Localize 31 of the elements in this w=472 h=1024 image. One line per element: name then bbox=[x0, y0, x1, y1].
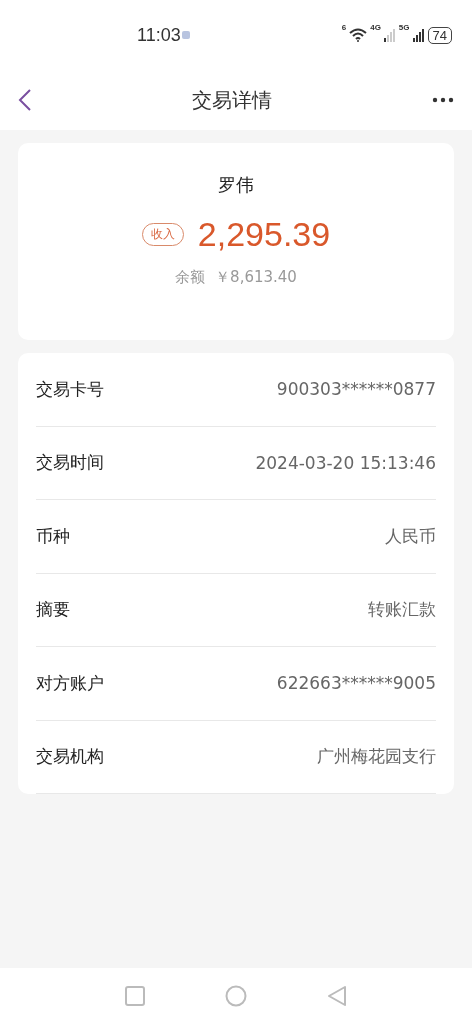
balance-label: 余额 bbox=[175, 268, 206, 287]
wifi-icon bbox=[349, 28, 368, 42]
detail-label: 对方账户 bbox=[36, 671, 104, 695]
detail-value: 广州梅花园支行 bbox=[317, 745, 436, 769]
balance-value: ￥8,613.40 bbox=[215, 268, 297, 287]
detail-label: 币种 bbox=[36, 524, 70, 548]
detail-value: 900303******0877 bbox=[276, 379, 436, 400]
detail-label: 交易机构 bbox=[36, 745, 104, 769]
more-icon[interactable] bbox=[432, 97, 454, 103]
detail-value: 人民币 bbox=[385, 524, 436, 548]
detail-value: 622663******9005 bbox=[276, 673, 436, 694]
status-time: 11:03 bbox=[137, 24, 181, 46]
detail-value: 2024-03-20 15:13:46 bbox=[255, 452, 436, 473]
amount: 2,295.39 bbox=[197, 215, 331, 254]
payer-name: 罗伟 bbox=[218, 173, 254, 197]
back-triangle-icon[interactable] bbox=[327, 985, 347, 1007]
network-label: 4G bbox=[370, 22, 381, 32]
square-icon[interactable] bbox=[125, 986, 145, 1006]
signal-icon bbox=[383, 28, 396, 42]
page-title: 交易详情 bbox=[191, 86, 273, 114]
back-icon[interactable] bbox=[18, 88, 32, 112]
network-label: 5G bbox=[398, 22, 410, 32]
detail-label: 交易卡号 bbox=[36, 377, 104, 401]
wifi-label: 6 bbox=[341, 22, 347, 32]
circle-icon[interactable] bbox=[225, 985, 247, 1007]
signal-icon bbox=[412, 28, 425, 42]
detail-label: 交易时间 bbox=[36, 451, 104, 475]
detail-value: 转账汇款 bbox=[368, 598, 436, 622]
notification-icon bbox=[180, 30, 191, 40]
battery-level: 74 bbox=[427, 26, 452, 44]
detail-label: 摘要 bbox=[36, 598, 70, 622]
